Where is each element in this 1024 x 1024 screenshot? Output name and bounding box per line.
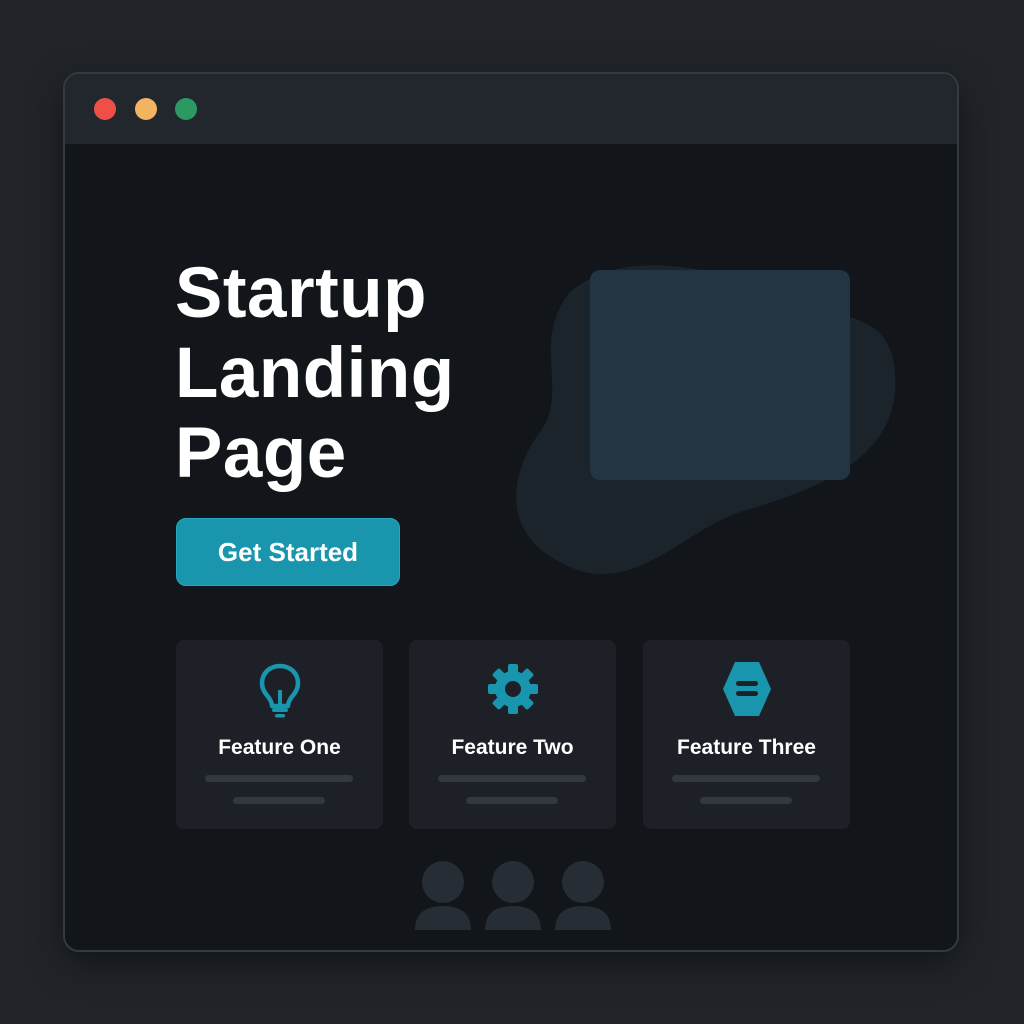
hexagon-menu-icon: [721, 660, 773, 718]
text-placeholder-line: [672, 775, 820, 782]
hero-title: Startup Landing Page: [175, 254, 515, 494]
close-window-button[interactable]: [94, 98, 116, 120]
browser-window: Startup Landing Page Get Started Feature…: [63, 72, 959, 952]
feature-title: Feature Two: [451, 736, 574, 759]
feature-card[interactable]: Feature One: [176, 640, 383, 829]
get-started-button[interactable]: Get Started: [176, 518, 400, 586]
user-avatar-icon: [413, 860, 473, 930]
text-placeholder-line: [233, 797, 325, 804]
minimize-window-button[interactable]: [135, 98, 157, 120]
feature-card[interactable]: Feature Three: [643, 640, 850, 829]
text-placeholder-line: [466, 797, 558, 804]
hero-title-line: Landing: [175, 334, 455, 413]
feature-card[interactable]: Feature Two: [409, 640, 616, 829]
text-placeholder-line: [700, 797, 792, 804]
text-placeholder-line: [205, 775, 353, 782]
user-avatar-icon: [483, 860, 543, 930]
user-avatar-icon: [553, 860, 613, 930]
lightbulb-icon: [254, 660, 306, 718]
hero-title-line: Startup: [175, 254, 427, 333]
maximize-window-button[interactable]: [175, 98, 197, 120]
text-placeholder-line: [438, 775, 586, 782]
gear-icon: [487, 660, 539, 718]
feature-title: Feature One: [218, 736, 341, 759]
window-titlebar: [65, 74, 957, 144]
landing-page-content: Startup Landing Page Get Started Feature…: [65, 144, 957, 950]
hero-title-line: Page: [175, 414, 347, 493]
feature-title: Feature Three: [677, 736, 816, 759]
hero-image-placeholder: [590, 270, 850, 480]
